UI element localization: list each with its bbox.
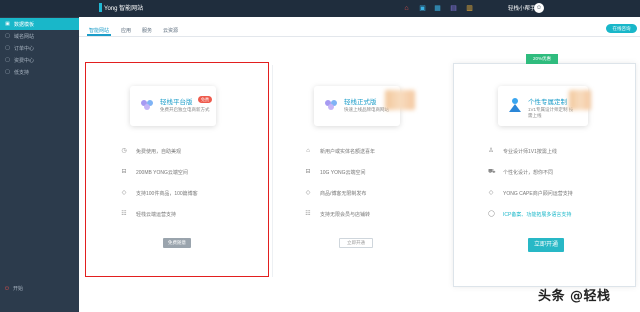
blurred-price: [569, 90, 591, 110]
plan-feature: ⌂ 新用户或实体名额送喜年: [305, 147, 375, 155]
plan-feature: ⛟ 个性化设计，想你不同: [488, 168, 553, 176]
plan-feature-text: 个性化设计，想你不同: [503, 169, 554, 176]
list-icon: ☷: [121, 211, 127, 217]
sidebar-item-domains[interactable]: ▢ 域名网站: [0, 30, 79, 42]
flower-icon: [141, 100, 153, 110]
blurred-price: [385, 90, 415, 110]
standard-plan-button[interactable]: 立即开通: [339, 238, 373, 248]
brand-logo[interactable]: Yong 智能网站: [99, 3, 143, 12]
sidebar-item-orders[interactable]: ▢ 订单中心: [0, 42, 79, 54]
designer-icon: [509, 98, 521, 112]
flower-icon: [325, 100, 337, 110]
plan-feature: ☷ 轻栈云端运营支持: [121, 210, 176, 218]
brand-mark-icon: [99, 3, 102, 12]
folder-icon[interactable]: ▤: [449, 4, 458, 13]
plan-feature-text: 10G YONG云端空间: [320, 169, 366, 176]
start-icon: ⏻: [5, 285, 9, 292]
plan-feature-text: 新用户或实体名额送喜年: [320, 148, 376, 155]
plan-feature: ⊟ 200MB YONG云端空间: [121, 168, 188, 176]
plan-subtitle: 快速上线品牌电商网站: [344, 107, 389, 112]
tag-icon: ◇: [488, 190, 494, 196]
cart-icon: ⛟: [488, 169, 496, 175]
domain-icon: ▢: [5, 32, 10, 39]
sidebar-item-label: 数据模板: [14, 21, 35, 28]
plan-feature-text: 商品/博客无限制发布: [320, 190, 367, 197]
plan-feature-text: 200MB YONG云端空间: [136, 169, 188, 176]
monitor-icon[interactable]: ▣: [418, 4, 427, 13]
storage-icon: ⊟: [305, 169, 311, 175]
plan-header-free: 轻栈平台版 免费 免费开启独立电商新方式: [130, 86, 216, 126]
avatar[interactable]: ☺: [534, 3, 544, 13]
plan-feature: ◇ 支持100件商品，100篇博客: [121, 189, 198, 197]
custom-plan-button[interactable]: 立即开通: [528, 238, 564, 252]
tab-cloud-resources[interactable]: 云资源: [163, 27, 178, 34]
chat-icon: ◯: [488, 211, 495, 217]
template-icon: ▣: [5, 20, 10, 27]
watermark: 头条 @轻栈: [538, 289, 611, 304]
sidebar-start[interactable]: ⏻ 开始: [5, 285, 23, 293]
plan-feature: ♙ 专业设计师1V1按需上线: [488, 147, 557, 155]
plan-feature-text: 轻栈云端运营支持: [136, 211, 177, 218]
sidebar-item-label: 订单中心: [14, 45, 35, 52]
discount-badge: 20%优惠: [526, 54, 558, 64]
user-icon: ♙: [488, 148, 494, 154]
top-bar: Yong 智能网站 ⌂ ▣ ▦ ▤ ▥ 轻栈小帮手 ☺: [0, 0, 640, 17]
plan-feature: ◇ YONG CAPE商户顾问运营支持: [488, 189, 573, 197]
plan-title: 轻栈平台版: [160, 99, 193, 106]
sidebar-start-label: 开始: [12, 286, 23, 292]
plan-feature: ☷ 支持无限会员与店铺转: [305, 210, 370, 218]
brand-name: Yong 智能网站: [104, 6, 144, 12]
grid-icon[interactable]: ▦: [433, 4, 442, 13]
tab-smart-website[interactable]: 智能网站: [89, 27, 109, 34]
user-name[interactable]: 轻栈小帮手: [508, 4, 536, 12]
plan-title: 个性专属定制: [528, 99, 567, 106]
free-badge: 免费: [198, 96, 212, 103]
order-icon: ▢: [5, 44, 10, 51]
billing-icon: ▢: [5, 56, 10, 63]
sidebar-item-support[interactable]: ▢ 低支持: [0, 66, 79, 78]
sidebar-item-billing[interactable]: ▢ 资费中心: [0, 54, 79, 66]
tab-apps[interactable]: 应用: [121, 27, 131, 34]
list-icon: ☷: [305, 211, 311, 217]
tag-icon: ◇: [305, 190, 311, 196]
sidebar: ▣ 数据模板 ▢ 域名网站 ▢ 订单中心 ▢ 资费中心 ▢ 低支持 ⏻ 开始: [0, 17, 79, 312]
tab-services[interactable]: 服务: [142, 27, 152, 34]
plan-feature-text: ICP备案、功能拓展多语言支持: [503, 211, 572, 218]
home-icon: ⌂: [306, 148, 310, 154]
plan-feature-text: 支持无限会员与店铺转: [320, 211, 371, 218]
plan-feature-text: 支持100件商品，100篇博客: [136, 190, 198, 197]
tab-bar: 智能网站 应用 服务 云资源: [79, 17, 640, 37]
storage-icon: ⊟: [121, 169, 127, 175]
tag-icon: ◇: [121, 190, 127, 196]
plan-feature-text: YONG CAPE商户顾问运营支持: [503, 190, 573, 197]
plan-feature: ◇ 商品/博客无限制发布: [305, 189, 367, 197]
tab-active-indicator: [87, 34, 111, 36]
consult-button[interactable]: 在线咨询: [606, 24, 637, 33]
clock-icon: ◷: [121, 148, 127, 154]
sidebar-item-templates[interactable]: ▣ 数据模板: [0, 18, 79, 30]
plan-feature-text: 专业设计师1V1按需上线: [503, 148, 557, 155]
home-icon[interactable]: ⌂: [402, 4, 411, 13]
plan-feature: ⊟ 10G YONG云端空间: [305, 168, 365, 176]
plan-feature-link[interactable]: ◯ ICP备案、功能拓展多语言支持: [488, 210, 571, 218]
free-plan-button[interactable]: 免费随意: [163, 238, 191, 248]
plan-feature: ◷ 免费使用，自助美观: [121, 147, 181, 155]
bag-icon[interactable]: ▥: [465, 4, 474, 13]
sidebar-item-label: 资费中心: [14, 57, 35, 64]
plan-subtitle: 免费开启独立电商新方式: [160, 107, 210, 112]
sidebar-item-label: 低支持: [14, 69, 30, 76]
support-icon: ▢: [5, 68, 10, 75]
plan-title: 轻栈正式版: [344, 99, 377, 106]
plan-feature-text: 免费使用，自助美观: [136, 148, 182, 155]
sidebar-item-label: 域名网站: [14, 33, 35, 40]
